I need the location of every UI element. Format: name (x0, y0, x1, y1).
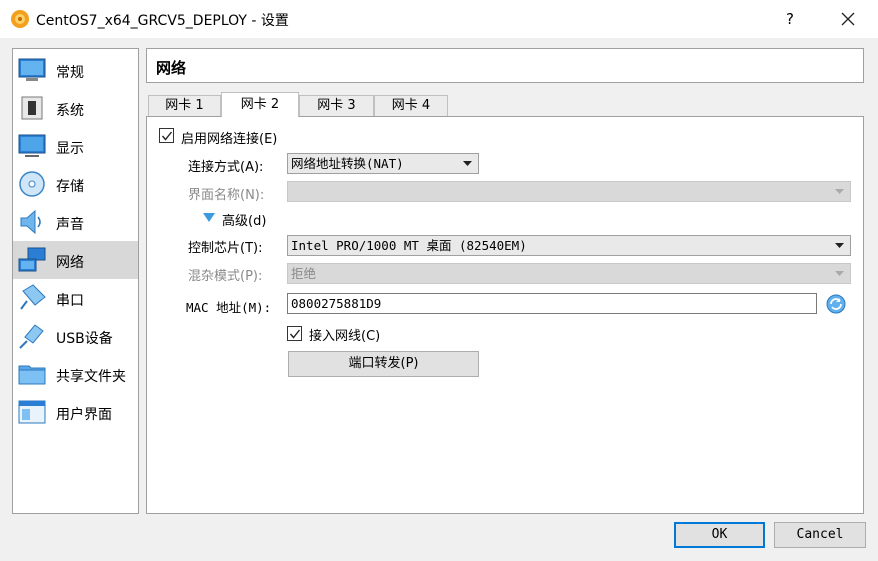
checkmark-icon (289, 329, 301, 339)
shared-folder-icon (18, 365, 46, 385)
sidebar-item-system[interactable]: 系统 (13, 89, 138, 127)
window-title: CentOS7_x64_GRCV5_DEPLOY - 设置 (36, 13, 289, 29)
mac-address-label: MAC 地址(M): (186, 300, 272, 315)
mac-address-input[interactable]: 0800275881D9 (287, 293, 817, 314)
sidebar-item-serial-port[interactable]: 串口 (13, 279, 138, 317)
cancel-button[interactable]: Cancel (774, 522, 866, 548)
chevron-down-icon (463, 161, 472, 166)
sidebar-item-label: 用户界面 (56, 407, 112, 423)
tab-adapter-4[interactable]: 网卡 4 (374, 95, 448, 116)
sidebar-item-general[interactable]: 常规 (13, 51, 138, 89)
interface-name-label: 界面名称(N): (188, 188, 265, 203)
usb-icon (19, 324, 44, 349)
refresh-mac-icon[interactable] (826, 294, 846, 314)
port-forwarding-button[interactable]: 端口转发(P) (288, 351, 479, 377)
display-icon (18, 134, 46, 157)
checkmark-icon (161, 131, 173, 141)
tab-adapter-3[interactable]: 网卡 3 (299, 95, 374, 116)
advanced-toggle-label[interactable]: 高级(d) (222, 210, 266, 229)
promiscuous-mode-select[interactable]: 拒绝 (287, 263, 851, 284)
network-icon (18, 247, 46, 272)
sidebar-item-usb[interactable]: USB设备 (13, 317, 138, 355)
serial-port-icon (20, 284, 46, 310)
close-icon (841, 12, 855, 26)
attached-to-label: 连接方式(A): (188, 160, 264, 175)
adapter-type-label: 控制芯片(T): (188, 241, 263, 256)
attached-to-value: 网络地址转换(NAT) (291, 156, 404, 171)
storage-icon (19, 171, 45, 197)
sidebar-item-display[interactable]: 显示 (13, 127, 138, 165)
enable-adapter-checkbox[interactable] (159, 128, 174, 143)
system-icon (21, 96, 43, 120)
sidebar-item-label: 网络 (56, 255, 84, 271)
general-icon (18, 58, 46, 81)
chevron-down-icon (835, 189, 844, 194)
adapter-type-select[interactable]: Intel PRO/1000 MT 桌面 (82540EM) (287, 235, 851, 256)
sidebar-item-label: 共享文件夹 (56, 369, 126, 385)
sidebar-item-shared-folders[interactable]: 共享文件夹 (13, 355, 138, 393)
enable-adapter-label[interactable]: 启用网络连接(E) (181, 128, 277, 147)
sidebar-item-user-interface[interactable]: 用户界面 (13, 393, 138, 431)
tab-adapter-1[interactable]: 网卡 1 (148, 95, 221, 116)
virtualbox-app-icon (11, 10, 29, 28)
promiscuous-mode-value: 拒绝 (291, 266, 317, 281)
sidebar-item-label: 存储 (56, 179, 84, 195)
sidebar-item-storage[interactable]: 存储 (13, 165, 138, 203)
expand-triangle-icon[interactable] (203, 213, 215, 223)
title-bar: CentOS7_x64_GRCV5_DEPLOY - 设置 ? (0, 0, 878, 38)
audio-icon (20, 209, 41, 235)
page-title: 网络 (156, 59, 187, 77)
attached-to-select[interactable]: 网络地址转换(NAT) (287, 153, 479, 174)
sidebar-item-label: 串口 (56, 293, 84, 309)
sidebar-item-label: 常规 (56, 65, 84, 81)
help-button[interactable]: ? (774, 0, 806, 38)
cable-connected-checkbox[interactable] (287, 326, 302, 341)
sidebar-item-network[interactable]: 网络 (13, 241, 138, 279)
adapter-type-value: Intel PRO/1000 MT 桌面 (82540EM) (291, 238, 527, 253)
sidebar-item-audio[interactable]: 声音 (13, 203, 138, 241)
chevron-down-icon (835, 243, 844, 248)
cable-connected-label[interactable]: 接入网线(C) (309, 325, 380, 344)
sidebar-item-label: 声音 (56, 217, 84, 233)
chevron-down-icon (835, 271, 844, 276)
promiscuous-mode-label: 混杂模式(P): (188, 269, 263, 284)
ok-button[interactable]: OK (674, 522, 765, 548)
sidebar-item-label: USB设备 (56, 331, 113, 347)
close-button[interactable] (826, 0, 870, 38)
interface-name-select[interactable] (287, 181, 851, 202)
page-header: 网络 (146, 48, 864, 83)
settings-sidebar: 常规 系统 显示 存储 声音 网络 串口 USB设备 共享文件夹 用户界面 (12, 48, 139, 514)
sidebar-item-label: 显示 (56, 141, 84, 157)
user-interface-icon (18, 400, 46, 424)
tab-adapter-2[interactable]: 网卡 2 (221, 92, 299, 117)
sidebar-item-label: 系统 (56, 103, 84, 119)
